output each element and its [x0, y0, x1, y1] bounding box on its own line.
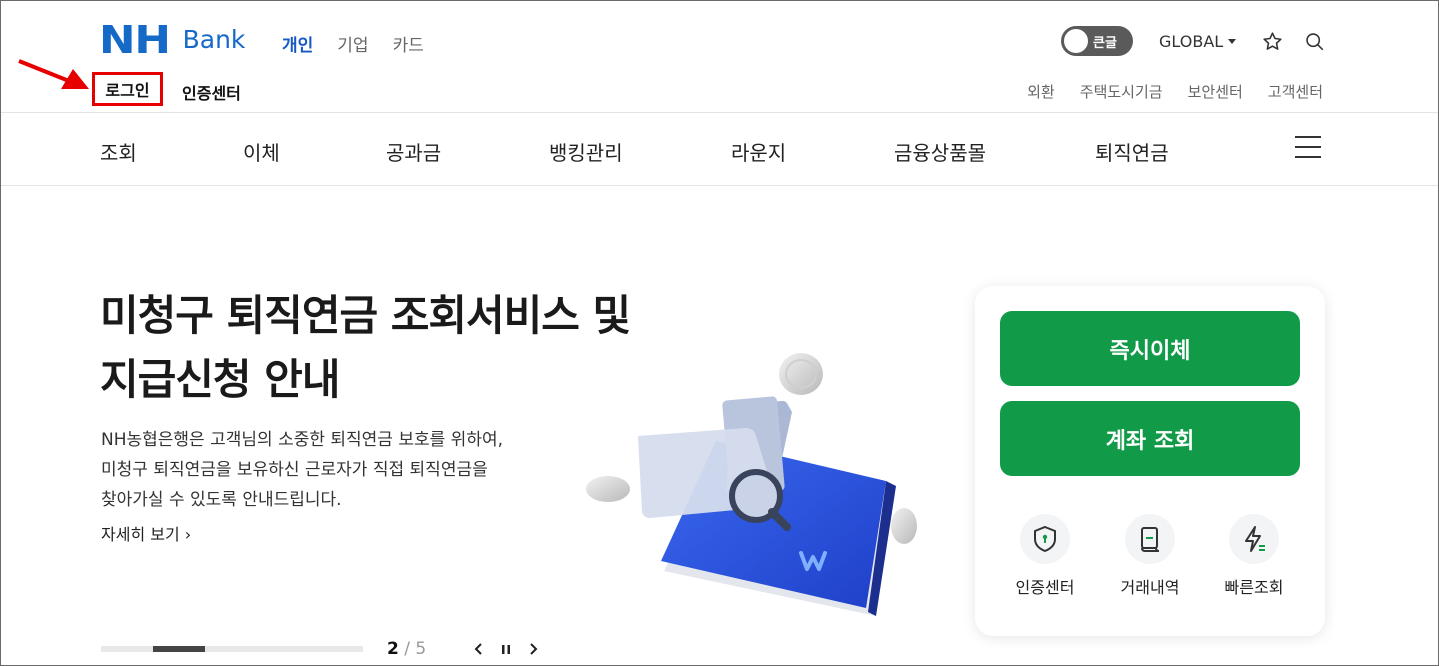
lightning-icon [1229, 514, 1279, 564]
red-arrow-annotation [18, 59, 89, 89]
util-link-forex[interactable]: 외환 [1027, 81, 1055, 102]
browser-page: NH Bank 개인 기업 카드 큰글 GLOBAL 로그인 인증센터 외환 주… [0, 0, 1439, 666]
star-icon[interactable] [1262, 31, 1283, 52]
slide-separator: / [398, 639, 416, 659]
logo-nh-text: NH [99, 18, 171, 62]
more-details-link[interactable]: 자세히 보기 › [101, 521, 191, 545]
quick-label-transactions: 거래내역 [1120, 578, 1180, 597]
logo-bank-text: Bank [182, 25, 246, 54]
login-label: 로그인 [105, 81, 150, 100]
gnb-item-banking-mgmt[interactable]: 뱅킹관리 [549, 137, 623, 166]
slide-progress-fill [153, 646, 205, 652]
tab-card[interactable]: 카드 [393, 31, 424, 56]
customer-type-tabs: 개인 기업 카드 [282, 31, 424, 56]
quick-menu-card: 즉시이체 계좌 조회 인증센터 거래내역 빠른조회 [975, 286, 1325, 636]
gnb-item-product-mall[interactable]: 금융상품몰 [894, 137, 986, 166]
next-slide-icon[interactable] [525, 641, 541, 657]
slide-progress-track [101, 646, 363, 652]
global-dropdown[interactable]: GLOBAL [1159, 32, 1237, 51]
slide-current: 2 [387, 639, 399, 659]
nav-divider [1, 185, 1438, 186]
gnb-item-lounge[interactable]: 라운지 [731, 137, 786, 166]
gnb-item-pension[interactable]: 퇴직연금 [1095, 137, 1169, 166]
hero-description: NH농협은행은 고객님의 소중한 퇴직연금 보호를 위하여, 미청구 퇴직연금을… [101, 425, 601, 515]
quick-item-transactions[interactable]: 거래내역 [1100, 514, 1200, 598]
shield-icon [1020, 514, 1070, 564]
large-text-toggle[interactable]: 큰글 [1061, 26, 1133, 56]
nh-bank-logo[interactable]: NH Bank [99, 18, 246, 62]
util-link-housing-fund[interactable]: 주택도시기금 [1080, 81, 1163, 102]
gnb-item-utility-bills[interactable]: 공과금 [386, 137, 441, 166]
tab-personal[interactable]: 개인 [282, 31, 313, 56]
main-navigation: 조회 이체 공과금 뱅킹관리 라운지 금융상품몰 퇴직연금 [1, 113, 1438, 185]
gnb-item-inquiry[interactable]: 조회 [100, 137, 137, 166]
caret-down-icon [1228, 39, 1237, 44]
quick-item-quick-inquiry[interactable]: 빠른조회 [1204, 514, 1304, 598]
pension-folder-illustration [586, 353, 917, 616]
prev-slide-icon[interactable] [471, 641, 487, 657]
utility-links: 외환 주택도시기금 보안센터 고객센터 [1027, 81, 1323, 102]
instant-transfer-button[interactable]: 즉시이체 [1000, 311, 1300, 386]
hero-desc-line3: 찾아가실 수 있도록 안내드립니다. [101, 490, 342, 510]
gnb-item-transfer[interactable]: 이체 [243, 137, 280, 166]
menu-icon[interactable] [1295, 136, 1321, 158]
hero-desc-line2: 미청구 퇴직연금을 보유하신 근로자가 직접 퇴직연금을 [101, 460, 488, 480]
account-inquiry-button[interactable]: 계좌 조회 [1000, 401, 1300, 476]
util-link-security-center[interactable]: 보안센터 [1188, 81, 1243, 102]
hero-title-line1: 미청구 퇴직연금 조회서비스 및 [100, 291, 631, 340]
pause-icon[interactable] [498, 641, 514, 657]
cert-center-link[interactable]: 인증센터 [182, 80, 241, 104]
slide-pager: 2 / 5 [387, 639, 426, 659]
hero-desc-line1: NH농협은행은 고객님의 소중한 퇴직연금 보호를 위하여, [101, 430, 504, 450]
search-icon[interactable] [1304, 31, 1325, 52]
toggle-knob [1064, 29, 1088, 53]
quick-item-cert-center[interactable]: 인증센터 [995, 514, 1095, 598]
quick-label-quick-inquiry: 빠른조회 [1224, 578, 1284, 597]
tab-corporate[interactable]: 기업 [337, 31, 368, 56]
quick-label-cert: 인증센터 [1015, 578, 1075, 597]
util-link-customer-center[interactable]: 고객센터 [1268, 81, 1323, 102]
toggle-label: 큰글 [1093, 36, 1117, 51]
login-button[interactable]: 로그인 [92, 72, 163, 106]
receipt-icon [1125, 514, 1175, 564]
global-label: GLOBAL [1159, 32, 1224, 51]
slide-total: 5 [415, 639, 427, 659]
